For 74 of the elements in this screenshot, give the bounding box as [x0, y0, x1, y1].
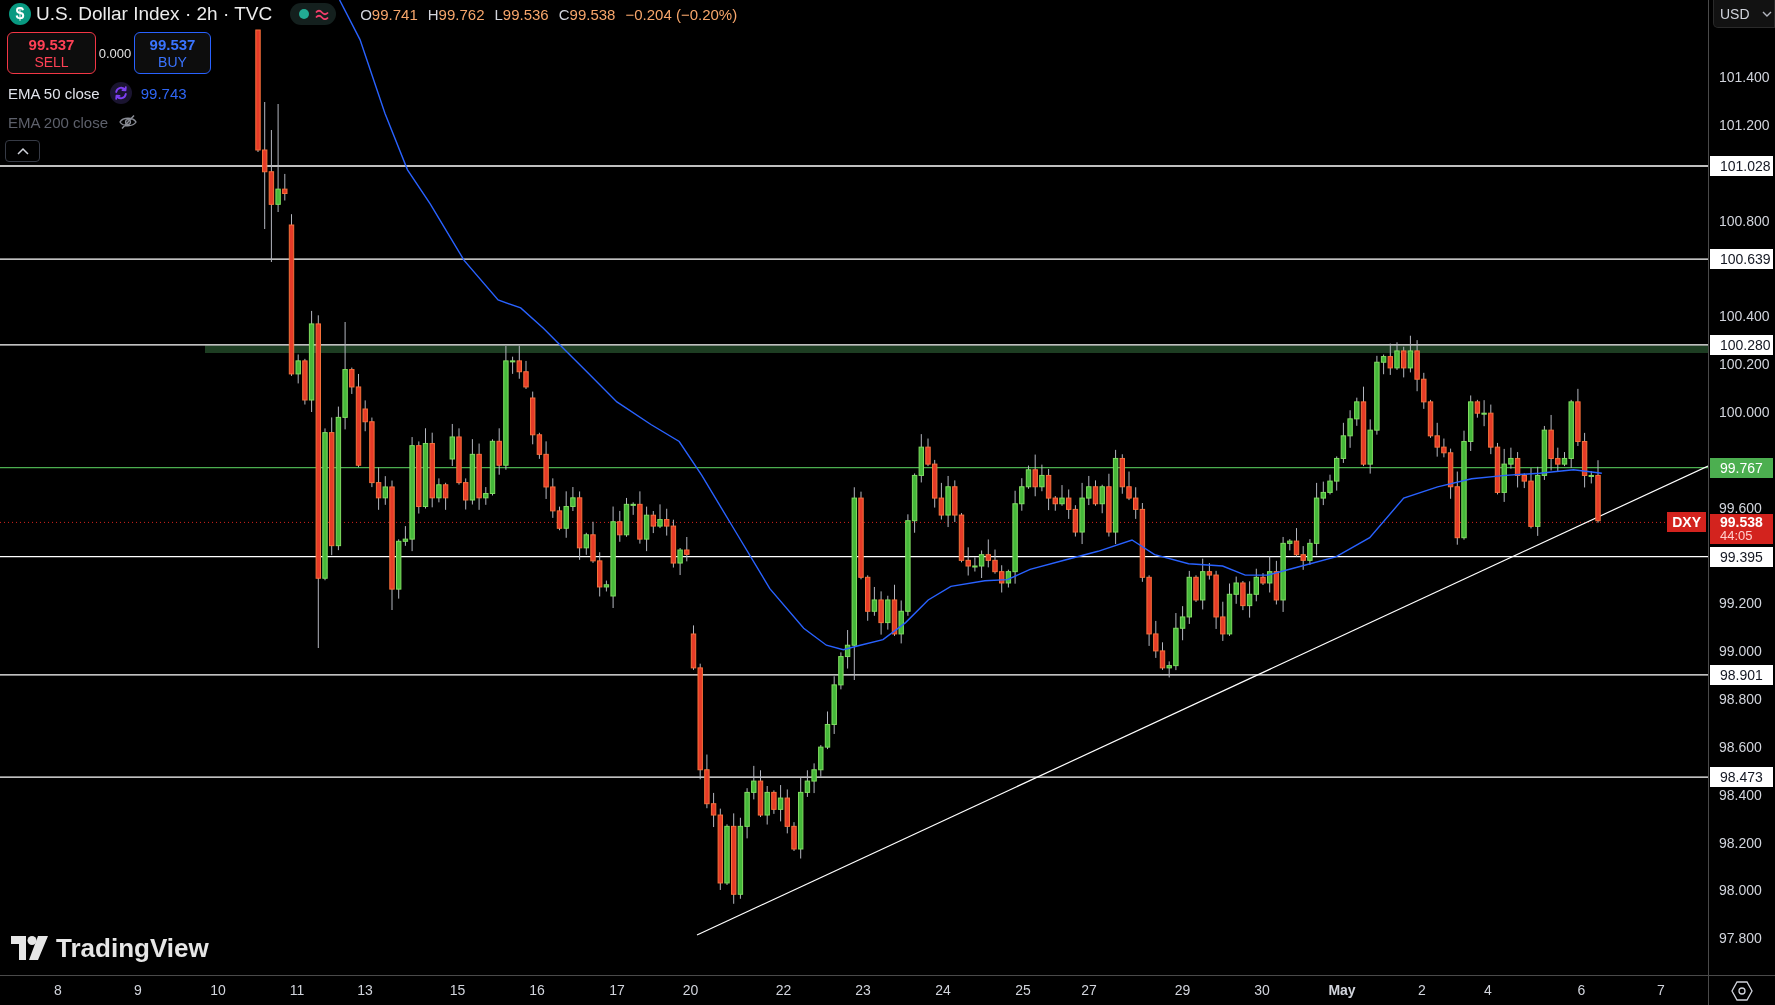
time-tick-label: 13	[357, 981, 373, 1000]
time-tick-label: 15	[449, 981, 466, 1000]
price-level-label: 98.901	[1710, 664, 1773, 685]
price-tick-label: 99.600	[1719, 500, 1762, 515]
time-tick-label: 7	[1657, 981, 1665, 1000]
price-tick-label: 98.400	[1719, 787, 1762, 802]
indicator-value: 99.743	[140, 84, 187, 102]
time-tick-label: 22	[775, 981, 792, 1000]
candle-countdown: 44:05	[1720, 529, 1753, 544]
indicator-name: EMA 50 close	[8, 84, 100, 102]
settings-icon[interactable]	[1731, 980, 1753, 1001]
price-tick-label: 101.400	[1719, 70, 1770, 84]
price-tick-label: 101.200	[1719, 117, 1770, 132]
price-tick-label: 100.400	[1719, 309, 1770, 324]
ohlc-value: 99.536	[502, 5, 549, 23]
last-price-value: 99.538	[1720, 515, 1763, 530]
time-tick-label: 9	[134, 981, 142, 1000]
price-tick-label: 100.800	[1719, 213, 1770, 228]
time-tick-label: 17	[609, 981, 625, 1000]
price-level-label: 100.280	[1710, 334, 1773, 355]
market-status-pill[interactable]	[290, 3, 337, 25]
symbol-tag: DXY	[1667, 512, 1706, 533]
collapse-button[interactable]	[5, 140, 40, 162]
time-tick-label: 25	[1015, 981, 1031, 1000]
time-tick-label: 24	[935, 981, 951, 1000]
buy-button[interactable]: 99.537 BUY	[134, 32, 211, 74]
time-tick-label: 8	[54, 981, 62, 1000]
logo-icon	[11, 936, 49, 960]
price-level-label: 99.767	[1710, 457, 1773, 478]
spread-value: 0.000	[97, 45, 133, 61]
ohlc-key: L	[494, 5, 503, 23]
price-tick-label: 100.000	[1719, 404, 1770, 419]
ohlc-key: C	[558, 5, 570, 23]
price-change: −0.204 (−0.20%)	[625, 5, 738, 23]
circular-arrows-icon	[109, 82, 132, 104]
time-tick-label: 4	[1484, 981, 1492, 1000]
price-level-label: 98.473	[1710, 767, 1773, 788]
chevron-up-icon	[16, 147, 29, 155]
wavy-lines-icon	[315, 8, 330, 20]
price-tick-label: 98.600	[1719, 739, 1762, 754]
time-tick-label: 30	[1254, 981, 1270, 1000]
price-tick-label: 100.200	[1719, 357, 1770, 372]
sell-button[interactable]: 99.537 SELL	[7, 32, 96, 74]
price-tick-label: 98.800	[1719, 692, 1762, 706]
price-level-label: 101.028	[1710, 156, 1773, 176]
price-tick-label: 99.000	[1719, 644, 1762, 659]
chevron-down-icon	[1761, 10, 1772, 17]
price-tick-label: 98.200	[1719, 835, 1762, 850]
time-tick-label: 29	[1174, 981, 1191, 1000]
ohlc-value: 99.538	[569, 5, 616, 23]
time-tick-label: 20	[682, 981, 699, 1000]
currency-dropdown[interactable]: USD	[1713, 0, 1775, 28]
time-tick-label: 10	[210, 981, 226, 1000]
ohlc-value: 99.762	[438, 5, 485, 23]
price-level-label: 100.639	[1710, 249, 1773, 270]
time-tick-label: 27	[1081, 981, 1097, 1000]
symbol-title: U.S. Dollar Index · 2h · TVC	[36, 3, 273, 25]
ohlc-value: 99.741	[371, 5, 418, 23]
ohlc-key: O	[360, 5, 372, 23]
brand-name: TradingView	[56, 934, 209, 962]
eye-off-icon[interactable]	[118, 114, 139, 130]
time-tick-label: 16	[529, 981, 545, 1000]
ohlc-key: H	[427, 5, 439, 23]
price-tick-label: 97.800	[1719, 931, 1762, 946]
price-tick-label: 98.000	[1719, 883, 1762, 898]
time-tick-label: 23	[855, 981, 871, 1000]
indicator-name: EMA 200 close	[8, 113, 109, 131]
time-tick-label: May	[1328, 981, 1356, 1000]
time-tick-label: 2	[1418, 981, 1426, 1000]
price-tick-label: 99.200	[1719, 596, 1762, 611]
time-tick-label: 11	[289, 981, 305, 1000]
price-level-label: 99.395	[1710, 546, 1773, 567]
time-tick-label: 6	[1577, 981, 1586, 1000]
symbol-logo: $	[9, 3, 31, 25]
